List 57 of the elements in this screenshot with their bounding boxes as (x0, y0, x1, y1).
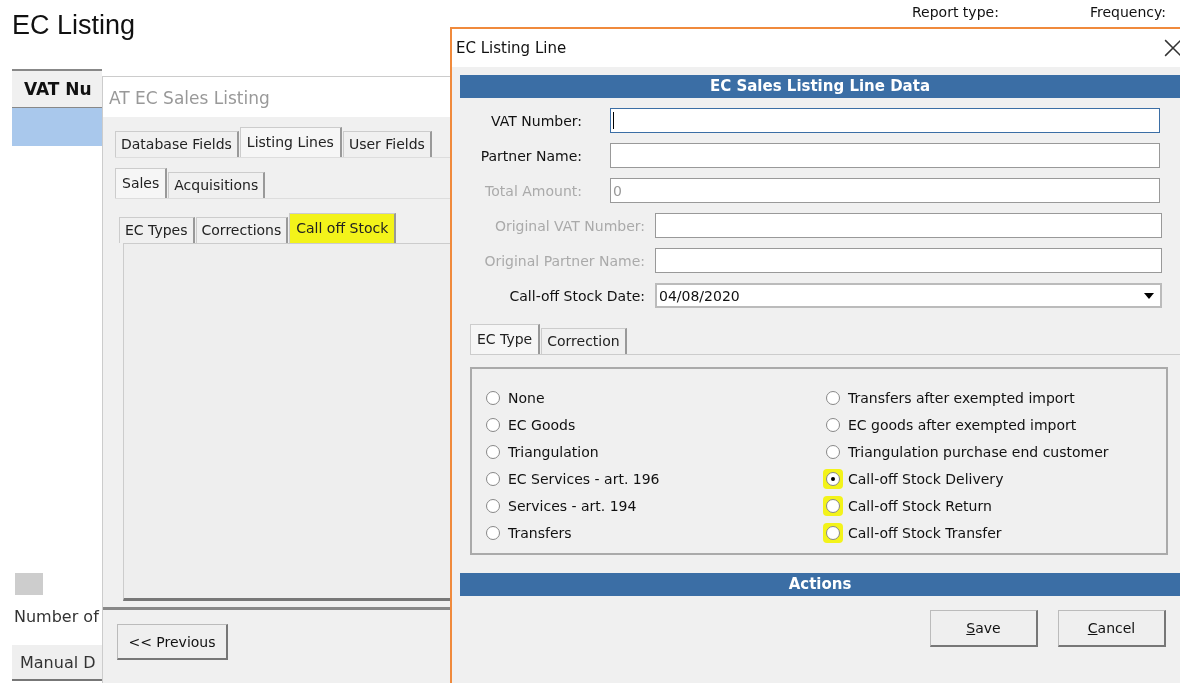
dropdown-arrow-icon[interactable] (1144, 292, 1154, 299)
tab[interactable]: EC Type (470, 324, 541, 354)
radio-label[interactable]: Transfers after exempted import (848, 389, 1075, 406)
input-field[interactable] (655, 213, 1162, 238)
radio-button[interactable] (486, 390, 500, 405)
dialog-button[interactable]: Save (930, 610, 1038, 647)
section-header: Actions (460, 573, 1180, 596)
tab[interactable]: Correction (541, 328, 627, 354)
section-header: EC Sales Listing Line Data (460, 75, 1180, 98)
tab[interactable]: EC Types (119, 217, 195, 243)
input-field[interactable] (655, 248, 1162, 273)
radio-button[interactable] (486, 417, 500, 432)
tab[interactable]: User Fields (342, 131, 432, 157)
radio-label[interactable]: Call-off Stock Delivery (848, 470, 1004, 487)
radio-button[interactable] (486, 444, 500, 459)
window-title: EC Listing Line (456, 39, 567, 57)
field-label: Partner Name: (479, 147, 582, 164)
radio-label[interactable]: Triangulation purchase end customer (848, 443, 1109, 460)
tab[interactable]: Listing Lines (239, 127, 342, 157)
radio-label[interactable]: EC Services - art. 196 (508, 470, 660, 487)
radio-label[interactable]: Services - art. 194 (508, 497, 637, 514)
field-label: Original VAT Number: (493, 217, 645, 234)
field-label: Original Partner Name: (483, 252, 645, 269)
field-label: VAT Number: (490, 112, 582, 129)
input-field[interactable] (610, 108, 1160, 133)
radio-label[interactable]: Triangulation (508, 443, 599, 460)
dialog-button[interactable]: Cancel (1058, 610, 1166, 647)
tab[interactable]: Corrections (195, 217, 289, 243)
report-type-label: Report type: (912, 4, 999, 20)
previous-button[interactable]: << Previous (117, 624, 228, 660)
radio-label[interactable]: EC goods after exempted import (848, 416, 1077, 433)
manual-button[interactable]: Manual D (12, 645, 102, 681)
scrollbar-thumb[interactable] (15, 573, 43, 595)
radio-label[interactable]: None (508, 389, 545, 406)
radio-label[interactable]: Call-off Stock Return (848, 497, 992, 514)
footer-label: Number of (14, 607, 99, 626)
field-label: Call-off Stock Date: (508, 287, 645, 304)
tab[interactable]: Database Fields (115, 131, 239, 157)
tab[interactable]: Call off Stock (289, 213, 397, 243)
tab[interactable]: Sales (115, 168, 168, 198)
close-icon[interactable] (1164, 39, 1180, 57)
date-dropdown[interactable]: 04/08/2020 (655, 283, 1162, 308)
column-header[interactable]: VAT Nu (24, 79, 92, 99)
radio-button[interactable] (826, 390, 840, 405)
radio-button[interactable] (486, 498, 500, 513)
radio-button[interactable] (486, 471, 500, 486)
radio-button[interactable] (826, 444, 840, 459)
frequency-label: Frequency: (1090, 4, 1167, 20)
radio-label[interactable]: EC Goods (508, 416, 576, 433)
radio-label[interactable]: Transfers (508, 524, 572, 541)
radio-label[interactable]: Call-off Stock Transfer (848, 524, 1002, 541)
page-title: EC Listing (12, 10, 136, 41)
radio-button[interactable] (486, 525, 500, 540)
field-label: Total Amount: (484, 182, 582, 199)
tab[interactable]: Acquisitions (168, 172, 266, 198)
radio-button[interactable] (826, 417, 840, 432)
input-field[interactable] (610, 143, 1160, 168)
